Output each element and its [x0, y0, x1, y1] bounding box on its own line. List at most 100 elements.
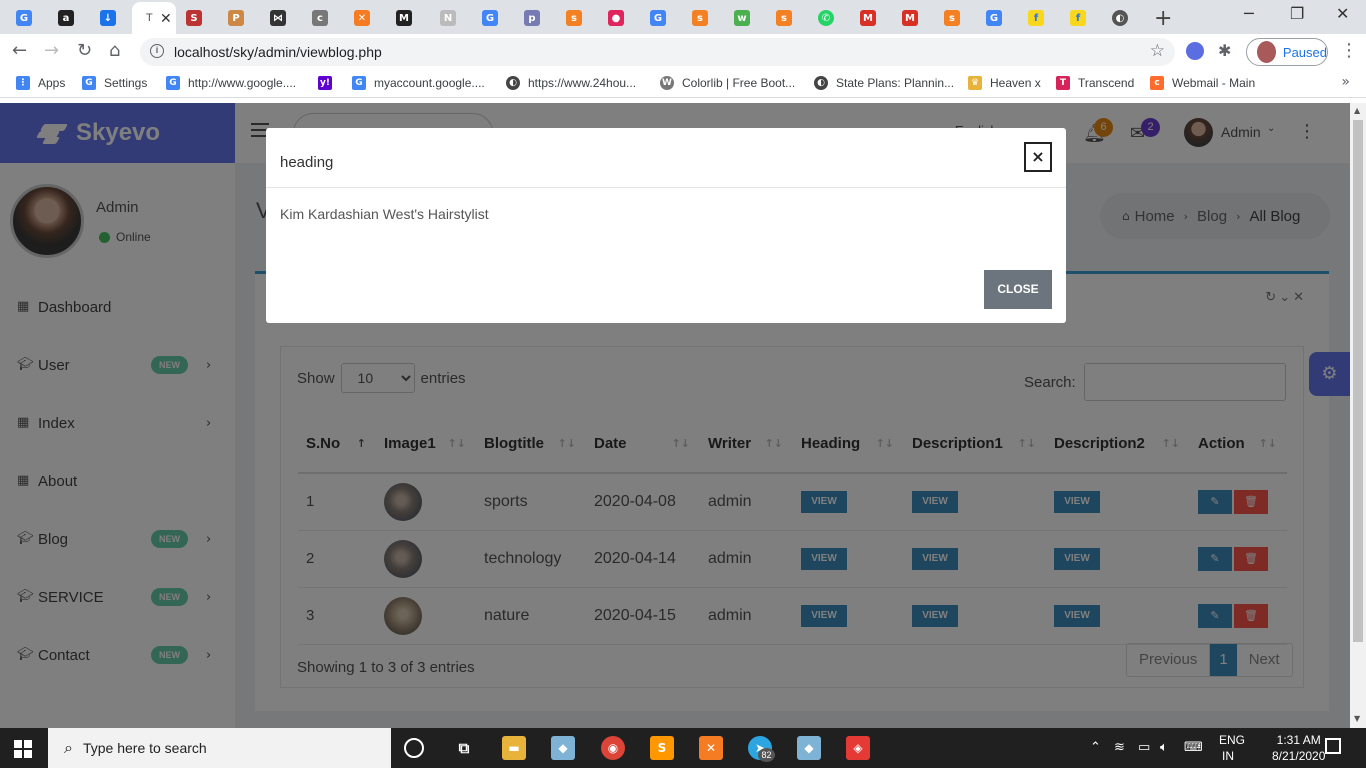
tab-whatsapp[interactable]: ✆: [808, 4, 834, 32]
newtab-icon: N: [440, 10, 456, 26]
bookmark-webmail[interactable]: c Webmail - Main: [1150, 76, 1255, 90]
language-indicator[interactable]: ENG IN: [1219, 732, 1245, 764]
bookmark-yahoo[interactable]: y!: [318, 76, 340, 90]
modal-close-button[interactable]: CLOSE: [984, 270, 1052, 309]
home-icon[interactable]: ⌂: [109, 40, 120, 61]
tab-google-4[interactable]: G: [976, 4, 1002, 32]
wifi-icon[interactable]: ≋: [1114, 740, 1125, 755]
xampp-icon[interactable]: ✕: [699, 736, 723, 760]
anydesk-icon[interactable]: ◈: [846, 736, 870, 760]
tab-php[interactable]: p: [514, 4, 540, 32]
chrome-icon[interactable]: ◉: [601, 736, 625, 760]
tab-google-2[interactable]: G: [472, 4, 498, 32]
windows-taskbar: ⌕ Type here to search ⧉ ▬ ◆ ◉ S ✕ ➤ 82 ◆…: [0, 728, 1366, 768]
app-icon[interactable]: ◆: [797, 736, 821, 760]
bookmark-google[interactable]: Ghttp://www.google....: [166, 76, 296, 90]
modal-close-icon[interactable]: ×: [1024, 142, 1052, 172]
google-icon: G: [482, 10, 498, 26]
sublime-text-icon[interactable]: S: [650, 736, 674, 760]
tab-xampp[interactable]: ✕: [344, 4, 370, 32]
puzzle-icon[interactable]: ✱: [1218, 41, 1236, 60]
keyboard-icon[interactable]: ⌨: [1184, 740, 1203, 755]
tab-medium[interactable]: M: [386, 4, 412, 32]
back-icon[interactable]: ←: [12, 40, 27, 61]
restore-icon[interactable]: ❐: [1290, 4, 1304, 23]
notification-center-icon[interactable]: [1325, 738, 1341, 754]
close-window-icon[interactable]: ✕: [1336, 4, 1349, 23]
tab-stackoverflow-3[interactable]: s: [766, 4, 792, 32]
app-icon[interactable]: ◆: [551, 736, 575, 760]
windows-start-icon[interactable]: [14, 740, 32, 758]
address-bar[interactable]: i localhost/sky/admin/viewblog.php ☆: [140, 38, 1175, 66]
stackoverflow-icon: s: [692, 10, 708, 26]
search-icon: ⌕: [64, 738, 73, 757]
minimize-icon[interactable]: ─: [1244, 4, 1254, 23]
site-info-icon[interactable]: i: [150, 44, 164, 58]
volume-icon[interactable]: 🔈︎: [1160, 740, 1168, 755]
tab-flipkart[interactable]: f: [1018, 4, 1044, 32]
forward-icon[interactable]: →: [44, 40, 59, 61]
tab-amazon[interactable]: a: [48, 4, 74, 32]
tab-w3schools[interactable]: w: [724, 4, 750, 32]
google-icon: G: [986, 10, 1002, 26]
battery-icon[interactable]: ▭: [1138, 740, 1150, 755]
tab-gmail[interactable]: M: [850, 4, 876, 32]
tab-skyevo[interactable]: S: [176, 4, 202, 32]
bookmark-colorlib[interactable]: W Colorlib | Free Boot...: [660, 76, 795, 90]
profile-button[interactable]: Paused: [1246, 38, 1328, 66]
profile-status: Paused: [1282, 44, 1327, 60]
tab-download[interactable]: ↓: [90, 4, 116, 32]
chrome-menu-icon[interactable]: ⋮: [1340, 40, 1358, 61]
gmail-icon: M: [860, 10, 876, 26]
bookmarks-bar: ⋮ Apps G Settings Ghttp://www.google.... y…: [0, 70, 1366, 98]
tab-active[interactable]: T ✕: [132, 2, 176, 34]
tab-gmail-2[interactable]: M: [892, 4, 918, 32]
bookmark-myaccount[interactable]: Gmyaccount.google....: [352, 76, 485, 90]
tab-colorlib[interactable]: c: [302, 4, 328, 32]
bookmark-heaven[interactable]: ♛ Heaven x: [968, 76, 1041, 90]
globe-icon: ◐: [1112, 10, 1128, 26]
tab-stackoverflow-2[interactable]: s: [682, 4, 708, 32]
bookmark-24hours[interactable]: ◐ https://www.24hou...: [506, 76, 636, 90]
file-explorer-icon[interactable]: ▬: [502, 736, 526, 760]
google-icon: G: [352, 76, 366, 90]
tab-google-3[interactable]: G: [640, 4, 666, 32]
scroll-down-icon[interactable]: ▼: [1354, 714, 1360, 723]
page-scrollbar[interactable]: ▲ ▼: [1350, 103, 1366, 728]
reload-icon[interactable]: ↻: [77, 40, 92, 61]
tab-globe[interactable]: ◐: [1102, 4, 1128, 32]
tab-site[interactable]: P: [218, 4, 244, 32]
url-text: localhost/sky/admin/viewblog.php: [174, 44, 382, 60]
tab-site-red[interactable]: ●: [598, 4, 624, 32]
task-view-icon[interactable]: ⧉: [452, 736, 476, 760]
active-tab-title: T: [146, 12, 153, 24]
scrollbar-thumb[interactable]: [1353, 120, 1363, 642]
tab-stackoverflow-4[interactable]: s: [934, 4, 960, 32]
system-clock[interactable]: 1:31 AM 8/21/2020: [1272, 732, 1325, 764]
browser-toolbar: ← → ↻ ⌂ i localhost/sky/admin/viewblog.p…: [0, 34, 1366, 70]
yahoo-icon: y!: [318, 76, 332, 90]
tab-google[interactable]: G: [6, 4, 32, 32]
tab-close-icon[interactable]: ✕: [160, 10, 172, 27]
cortana-icon[interactable]: [404, 738, 424, 758]
bookmarks-overflow-icon[interactable]: »: [1341, 74, 1350, 90]
new-tab-icon[interactable]: +: [1154, 6, 1172, 31]
bookmark-apps[interactable]: ⋮ Apps: [16, 76, 65, 90]
crown-icon: ♛: [968, 76, 982, 90]
scroll-up-icon[interactable]: ▲: [1354, 106, 1360, 115]
cpanel-icon: c: [1150, 76, 1164, 90]
tab-flipkart-2[interactable]: f: [1060, 4, 1086, 32]
tab-stackoverflow[interactable]: s: [556, 4, 582, 32]
extension-icon[interactable]: [1186, 42, 1204, 60]
bookmark-transcend[interactable]: T Transcend: [1056, 76, 1134, 90]
show-hidden-icons[interactable]: ⌃: [1090, 740, 1101, 755]
bookmark-settings[interactable]: G Settings: [82, 76, 147, 90]
google-icon: G: [82, 76, 96, 90]
bookmark-stateplans[interactable]: ◐ State Plans: Plannin...: [814, 76, 954, 90]
tab-new[interactable]: N: [430, 4, 456, 32]
xampp-icon: ✕: [354, 10, 370, 26]
tab-bow[interactable]: ⋈: [260, 4, 286, 32]
bookmark-star-icon[interactable]: ☆: [1150, 41, 1165, 61]
browser-tabstrip: G a ↓ T ✕ S P ⋈ c ✕ M N G p s ● G s w s …: [0, 0, 1366, 34]
taskbar-search[interactable]: ⌕ Type here to search: [48, 728, 391, 768]
